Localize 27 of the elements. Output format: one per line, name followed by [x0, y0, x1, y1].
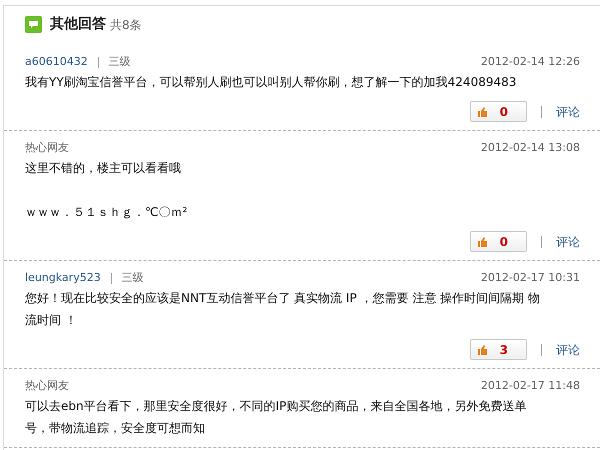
- like-button[interactable]: 0: [470, 231, 527, 252]
- section-title: 其他回答: [50, 15, 106, 34]
- anonymous-author: 热心网友: [25, 378, 69, 394]
- answer-text: ｗｗｗ．５１ｓｈｇ．℃〇ｍ²: [25, 204, 188, 221]
- comment-link[interactable]: 评论: [556, 102, 580, 120]
- anonymous-author: 热心网友: [25, 140, 69, 156]
- user-level: 三级: [108, 54, 131, 70]
- thumbs-up-icon: [476, 236, 488, 248]
- username-link[interactable]: leungkary523: [25, 270, 101, 286]
- like-button[interactable]: 3: [470, 339, 527, 360]
- answer-text: 我有YY刷淘宝信誉平台，可以帮别人刷也可以叫别人帮你刷，想了解一下的加我424089483: [25, 74, 518, 91]
- answer-count: 共8条: [110, 16, 142, 34]
- answer-text: 您好！现在比较安全的应该是NNT互动信誉平台了 真实物流 IP ，您需要 注意 操作时间间隔期 物流时间 ！: [25, 290, 541, 329]
- comment-link[interactable]: 评论: [556, 340, 580, 358]
- post-time: 2012-02-14 13:08: [480, 140, 580, 156]
- thumbs-up-icon: [476, 344, 488, 356]
- user-level: 三级: [122, 270, 144, 286]
- answer-text: 可以去ebn平台看下，那里安全度很好，不同的IP购买您的商品，来自全国各地，另外免费送单号，带物流追踪，安全度可想而知: [25, 398, 528, 437]
- post-time: 2012-02-17 10:31: [480, 270, 580, 286]
- answer-text: 这里不错的，楼主可以看看哦: [25, 160, 182, 177]
- post-time: 2012-02-17 11:48: [480, 378, 580, 394]
- thumbs-up-icon: [476, 106, 488, 118]
- comment-link[interactable]: 评论: [556, 232, 580, 250]
- like-button[interactable]: 0: [470, 101, 527, 122]
- username-link[interactable]: a60610432: [25, 54, 88, 70]
- chat-icon: [25, 16, 42, 33]
- post-time: 2012-02-14 12:26: [480, 54, 580, 70]
